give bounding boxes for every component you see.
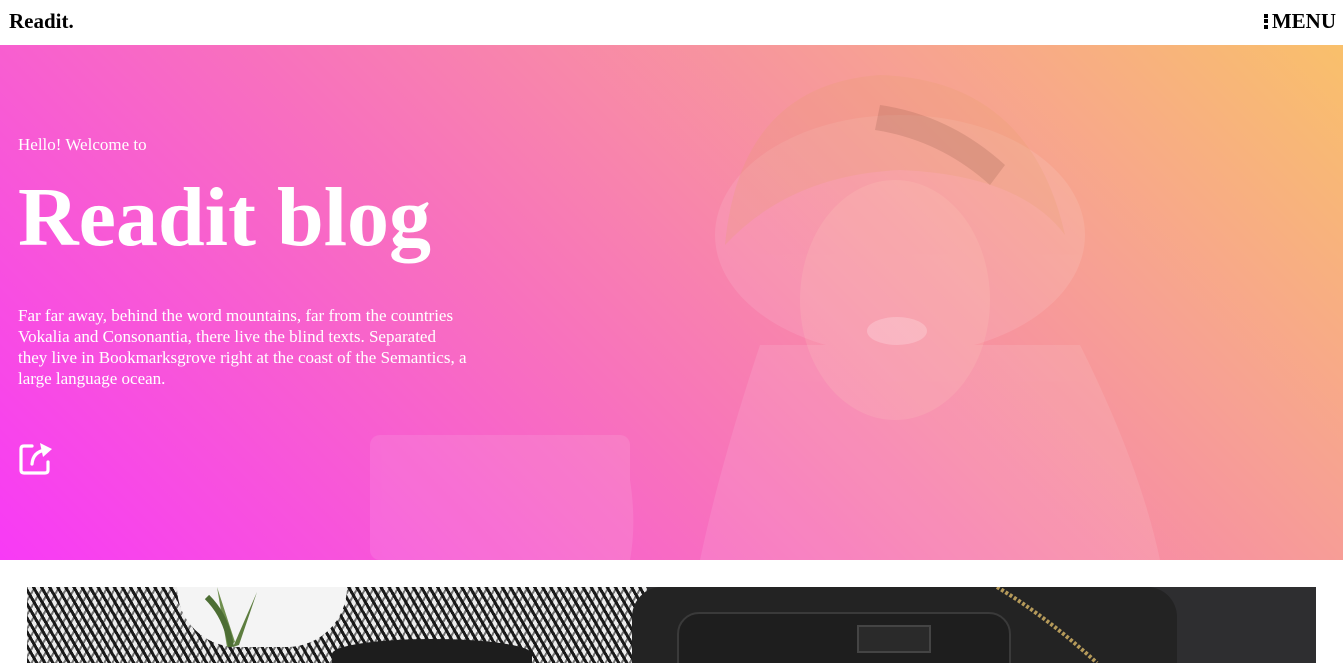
hero-text-block: Hello! Welcome to Readit blog Far far aw… bbox=[18, 135, 478, 406]
hero-title: Readit blog bbox=[18, 171, 432, 264]
bag-pocket bbox=[677, 612, 1011, 663]
featured-post-image[interactable] bbox=[27, 587, 1316, 663]
bag-zipper bbox=[995, 587, 1099, 663]
brand-logo[interactable]: Readit. bbox=[9, 8, 74, 34]
navbar: Readit. MENU bbox=[0, 0, 1343, 45]
shoes bbox=[332, 639, 532, 663]
bag-label bbox=[857, 625, 931, 653]
hero-section: Hello! Welcome to Readit blog Far far aw… bbox=[0, 45, 1343, 560]
plant-leaves bbox=[204, 587, 257, 647]
vertical-dots-icon bbox=[1263, 13, 1268, 29]
external-link-icon[interactable] bbox=[18, 440, 54, 476]
menu-label: MENU bbox=[1271, 9, 1336, 33]
menu-toggle-button[interactable]: MENU bbox=[1263, 8, 1336, 34]
hero-subheading: Hello! Welcome to bbox=[18, 135, 147, 154]
hero-description: Far far away, behind the word mountains,… bbox=[18, 306, 467, 388]
